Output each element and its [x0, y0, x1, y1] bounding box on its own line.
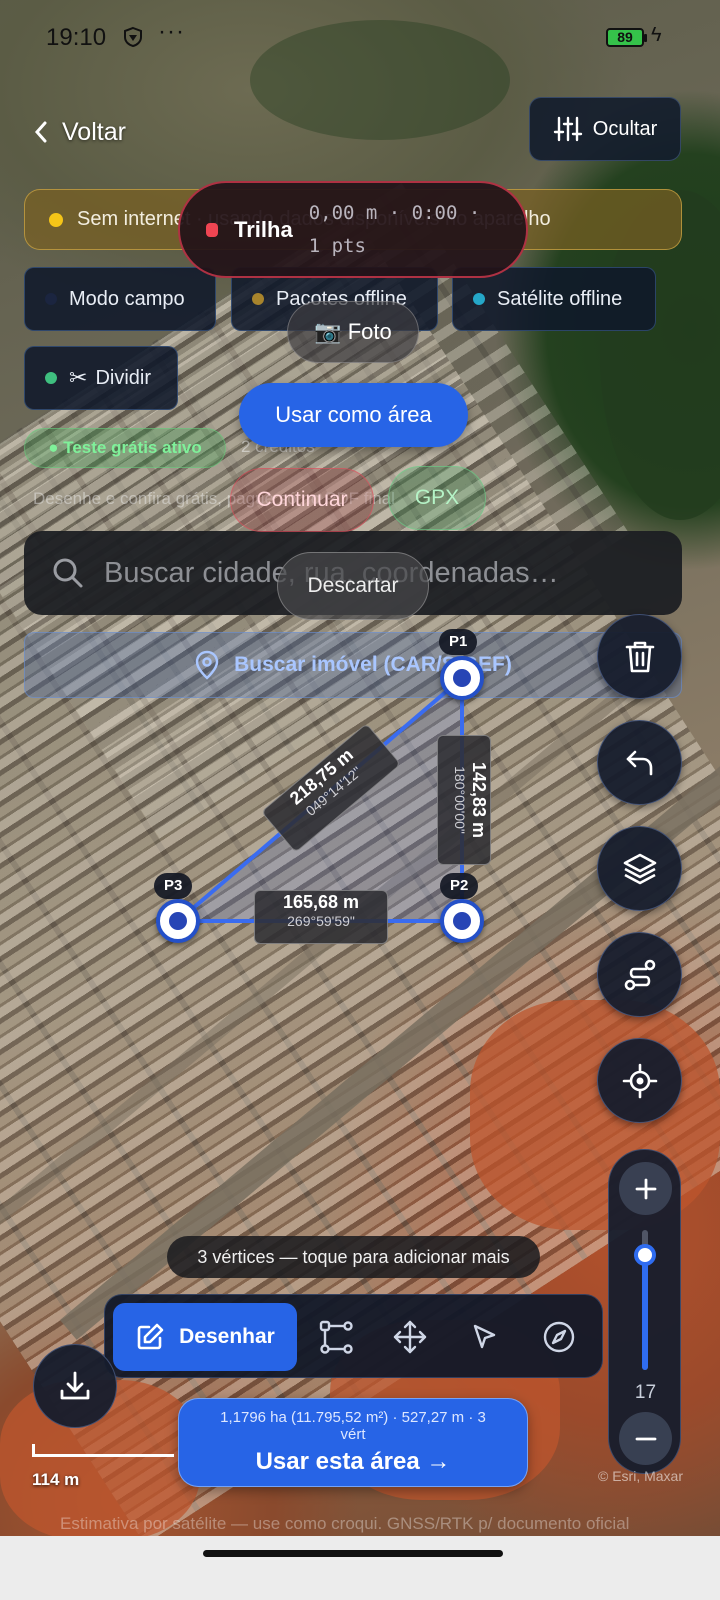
- trash-icon: [625, 641, 654, 672]
- record-indicator-icon: [206, 222, 218, 237]
- layers-button[interactable]: [597, 826, 682, 911]
- zoom-level: 17: [634, 1382, 657, 1403]
- zoom-slider[interactable]: [634, 1230, 656, 1370]
- continue-button[interactable]: Continuar: [230, 468, 374, 532]
- system-nav-bar: [0, 1536, 720, 1600]
- home-gesture-handle[interactable]: [203, 1550, 503, 1557]
- satellite-disclaimer: Estimativa por satélite — use como croqu…: [60, 1514, 630, 1533]
- vertex-label-p2: P2: [440, 873, 479, 899]
- edge-bearing: 269°59'59": [287, 913, 355, 929]
- route-icon: [624, 959, 655, 990]
- plus-icon: [635, 1178, 656, 1199]
- compass-icon: [543, 1321, 575, 1353]
- crosshair-icon: [622, 1063, 657, 1098]
- zoom-slider-fill: [642, 1255, 648, 1370]
- map-attribution: © Esri, Maxar: [598, 1468, 683, 1484]
- minus-icon: [635, 1437, 656, 1440]
- move-tool-button[interactable]: [382, 1309, 438, 1365]
- gpx-button[interactable]: GPX: [388, 466, 486, 530]
- download-icon: [60, 1371, 90, 1400]
- photo-button[interactable]: 📷 Foto: [287, 301, 419, 363]
- vertex-handle-p2[interactable]: [440, 899, 484, 943]
- use-this-area-label: Usar esta área →: [255, 1448, 451, 1475]
- discard-button[interactable]: Descartar: [277, 552, 429, 620]
- vector-path-icon: [319, 1320, 353, 1354]
- scale-line: [32, 1454, 174, 1457]
- edge-measure-p2-p3: 165,68 m 269°59'59": [254, 890, 388, 944]
- move-arrows-icon: [393, 1320, 427, 1354]
- layers-icon: [623, 853, 656, 884]
- edge-distance: 165,68 m: [282, 892, 360, 912]
- vertex-handle-p3[interactable]: [156, 899, 200, 943]
- delete-button[interactable]: [597, 614, 682, 699]
- polyline-tool-button[interactable]: [308, 1309, 364, 1365]
- scale-label: 114 m: [32, 1470, 80, 1489]
- pointer-icon: [473, 1324, 496, 1349]
- trail-stats: 0,00 m · 0:00 · 1 pts: [308, 201, 481, 257]
- use-as-area-button[interactable]: Usar como área: [239, 383, 468, 447]
- vertex-handle-p1[interactable]: [440, 656, 484, 700]
- vertex-label-p1: P1: [439, 629, 478, 655]
- locate-button[interactable]: [597, 1038, 682, 1123]
- zoom-in-button[interactable]: [619, 1162, 672, 1215]
- pencil-square-icon: [137, 1323, 164, 1350]
- map-scale-bar: [32, 1444, 174, 1462]
- zoom-control: 17: [608, 1149, 681, 1474]
- route-button[interactable]: [597, 932, 682, 1017]
- vertex-count-toast: 3 vértices — toque para adicionar mais: [167, 1236, 540, 1278]
- draw-tool-label: Desenhar: [179, 1325, 275, 1348]
- draw-tool-button[interactable]: Desenhar: [113, 1303, 297, 1371]
- edge-bearing: 180°00'00": [452, 766, 468, 834]
- edge-measure-p1-p2: 142,83 m 180°00'00": [437, 735, 491, 865]
- undo-button[interactable]: [597, 720, 682, 805]
- draw-toolbar: Desenhar: [104, 1294, 603, 1378]
- zoom-slider-thumb[interactable]: [634, 1244, 656, 1267]
- select-tool-button[interactable]: [456, 1309, 512, 1365]
- undo-icon: [626, 750, 652, 775]
- zoom-out-button[interactable]: [619, 1412, 672, 1465]
- use-this-area-button[interactable]: 1,1796 ha (11.795,52 m²) · 527,27 m · 3 …: [178, 1398, 528, 1487]
- compass-tool-button[interactable]: [531, 1309, 587, 1365]
- download-button[interactable]: [33, 1344, 117, 1428]
- area-stats: 1,1796 ha (11.795,52 m²) · 527,27 m · 3 …: [220, 1409, 486, 1443]
- trail-recorder[interactable]: Trilha 0,00 m · 0:00 · 1 pts: [178, 181, 528, 278]
- edge-distance: 142,83 m: [469, 761, 489, 839]
- trail-name: Trilha: [234, 216, 293, 242]
- vertex-label-p3: P3: [154, 873, 193, 899]
